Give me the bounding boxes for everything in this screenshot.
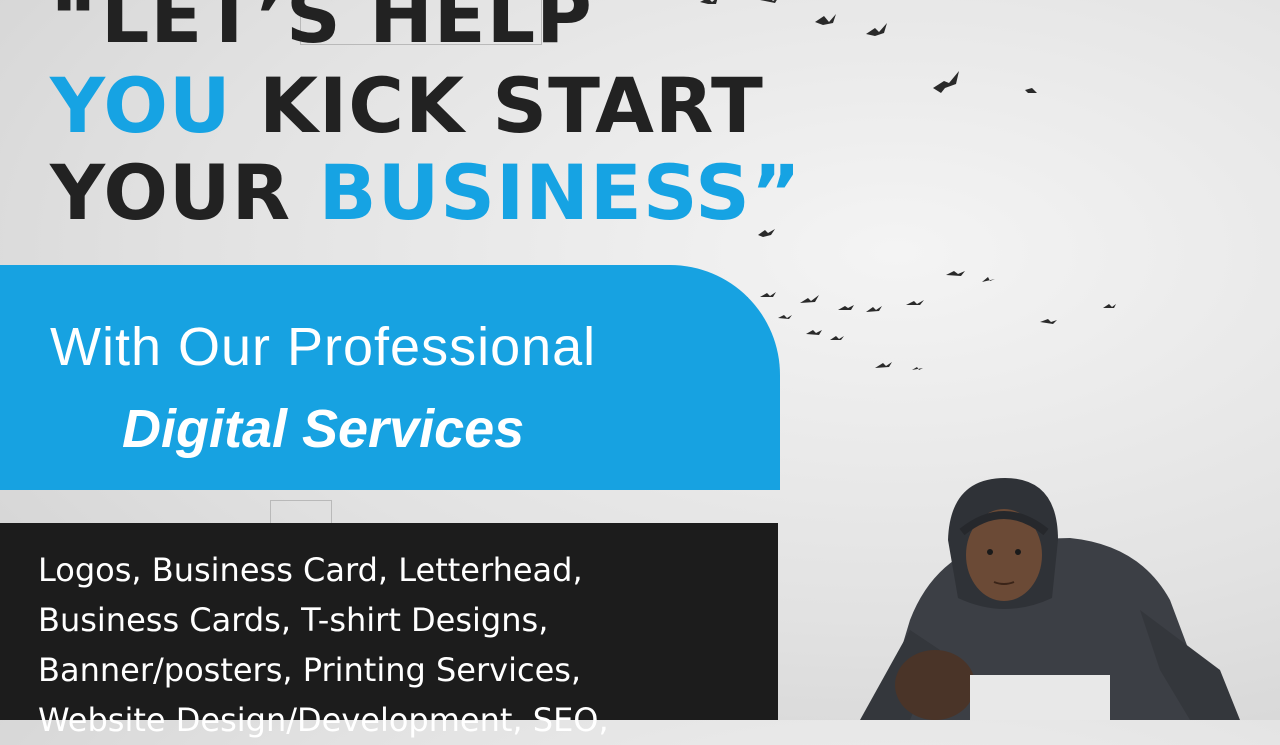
bird-icon — [906, 300, 924, 305]
bird-icon — [866, 23, 887, 36]
bird-icon — [1040, 319, 1057, 324]
headline-text: YOUR — [50, 148, 292, 237]
bird-icon — [778, 315, 792, 319]
knee — [895, 650, 975, 720]
bird-icon — [815, 14, 836, 25]
bird-icon — [912, 367, 923, 370]
eye-left — [987, 549, 993, 555]
service-line: Website Design/Development, SEO, — [38, 701, 609, 739]
bird-icon — [830, 336, 844, 340]
headline-line-3: YOUR BUSINESS” — [50, 155, 802, 231]
eye-right — [1015, 549, 1021, 555]
headline-highlight: BUSINESS” — [318, 148, 802, 237]
service-line: Banner/posters, Printing Services, — [38, 651, 582, 689]
sprinter-photo — [860, 478, 1240, 720]
bird-icon — [806, 330, 822, 335]
bird-icon — [875, 362, 892, 368]
bird-icon — [760, 0, 777, 3]
subheading-line-2: Digital Services — [122, 399, 525, 459]
headline-text: KICK START — [259, 61, 764, 150]
shorts — [970, 675, 1110, 720]
bird-icon — [946, 271, 965, 276]
bird-icon — [866, 306, 882, 312]
headline-line-2: YOU KICK START — [50, 68, 764, 144]
headline-highlight: YOU — [50, 61, 232, 150]
subheading-line-1: With Our Professional — [50, 317, 597, 377]
bird-icon — [1025, 88, 1037, 93]
bird-icon — [760, 292, 776, 297]
bird-icon — [982, 277, 995, 282]
bird-icon — [700, 0, 718, 4]
services-list: Logos, Business Card, Letterhead, Busine… — [38, 545, 758, 745]
headline-line-1: “LET’S HELP — [50, 0, 593, 54]
bird-icon — [800, 295, 819, 303]
bird-icon — [1103, 304, 1116, 308]
service-line: Logos, Business Card, Letterhead, — [38, 551, 583, 589]
sketch-frame-mid — [270, 500, 332, 523]
service-line: Business Cards, T-shirt Designs, — [38, 601, 549, 639]
bird-icon — [838, 305, 854, 310]
headline-text: “LET’S HELP — [50, 0, 593, 60]
bird-icon — [933, 71, 959, 93]
